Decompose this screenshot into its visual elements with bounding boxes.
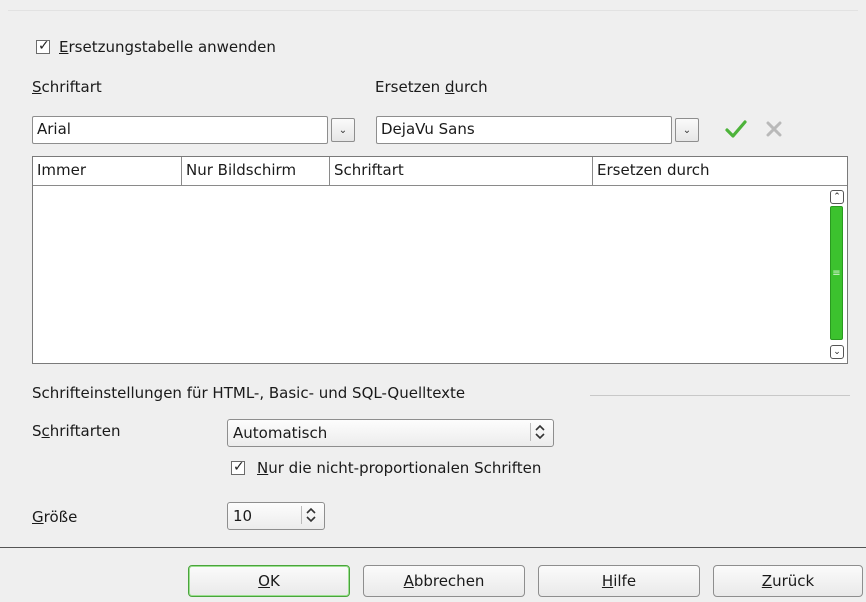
font-label: Schriftart bbox=[32, 78, 102, 96]
column-header-replace-with[interactable]: Ersetzen durch bbox=[593, 157, 847, 186]
back-button[interactable]: Zurück bbox=[713, 565, 863, 597]
scrollbar-thumb[interactable]: ≡ bbox=[830, 206, 843, 340]
column-header-screen-only[interactable]: Nur Bildschirm bbox=[182, 157, 330, 186]
table-vertical-scrollbar[interactable]: ⌃ ≡ ⌄ bbox=[827, 186, 847, 363]
source-fonts-section-title: Schrifteinstellungen für HTML-, Basic- u… bbox=[32, 384, 466, 402]
font-dropdown-button[interactable]: ⌄ bbox=[331, 118, 355, 142]
ok-button[interactable]: OK bbox=[188, 565, 350, 597]
updown-arrows-icon bbox=[301, 506, 320, 524]
chevron-down-icon: ⌄ bbox=[833, 347, 841, 357]
replace-dropdown-button[interactable]: ⌄ bbox=[675, 118, 699, 142]
source-fonts-combobox[interactable]: Automatisch bbox=[227, 419, 554, 447]
scroll-down-button[interactable]: ⌄ bbox=[830, 345, 844, 359]
replacement-table-checkbox-row[interactable]: ✓ Ersetzungstabelle anwenden bbox=[36, 38, 276, 56]
font-combobox[interactable]: Arial bbox=[32, 116, 328, 144]
size-label: Größe bbox=[32, 508, 78, 526]
section-separator bbox=[590, 395, 850, 396]
apply-button[interactable] bbox=[724, 117, 748, 141]
top-divider bbox=[8, 10, 858, 11]
scroll-up-button[interactable]: ⌃ bbox=[830, 190, 844, 204]
delete-icon bbox=[766, 121, 782, 137]
size-combobox[interactable]: 10 bbox=[227, 502, 325, 530]
chevron-up-icon: ⌃ bbox=[833, 192, 841, 202]
button-bar-divider bbox=[0, 547, 866, 548]
replacement-table-label: Ersetzungstabelle anwenden bbox=[59, 38, 276, 56]
updown-arrows-icon bbox=[530, 423, 549, 441]
nonproportional-label: Nur die nicht-proportionalen Schriften bbox=[257, 459, 542, 477]
source-fonts-label: Schriftarten bbox=[32, 422, 121, 440]
source-fonts-value: Automatisch bbox=[233, 424, 328, 442]
replacement-table[interactable]: Immer Nur Bildschirm Schriftart Ersetzen… bbox=[32, 156, 848, 364]
size-value: 10 bbox=[233, 507, 253, 525]
replace-combobox[interactable]: DejaVu Sans bbox=[376, 116, 672, 144]
chevron-down-icon: ⌄ bbox=[338, 124, 348, 136]
nonproportional-checkbox-row[interactable]: ✓ Nur die nicht-proportionalen Schriften bbox=[231, 459, 541, 477]
nonproportional-checkbox[interactable]: ✓ bbox=[231, 459, 245, 475]
check-icon bbox=[725, 120, 747, 138]
chevron-down-icon: ⌄ bbox=[682, 124, 692, 136]
cancel-button[interactable]: Abbrechen bbox=[363, 565, 525, 597]
delete-button[interactable] bbox=[764, 119, 784, 139]
replace-combobox-value: DejaVu Sans bbox=[381, 120, 475, 138]
replace-with-label: Ersetzen durch bbox=[375, 78, 488, 96]
replacement-table-checkbox[interactable]: ✓ bbox=[36, 38, 50, 54]
help-button[interactable]: Hilfe bbox=[538, 565, 700, 597]
grip-icon: ≡ bbox=[832, 267, 841, 279]
font-combobox-value: Arial bbox=[37, 120, 71, 138]
column-header-always[interactable]: Immer bbox=[33, 157, 182, 186]
column-header-font[interactable]: Schriftart bbox=[330, 157, 593, 186]
